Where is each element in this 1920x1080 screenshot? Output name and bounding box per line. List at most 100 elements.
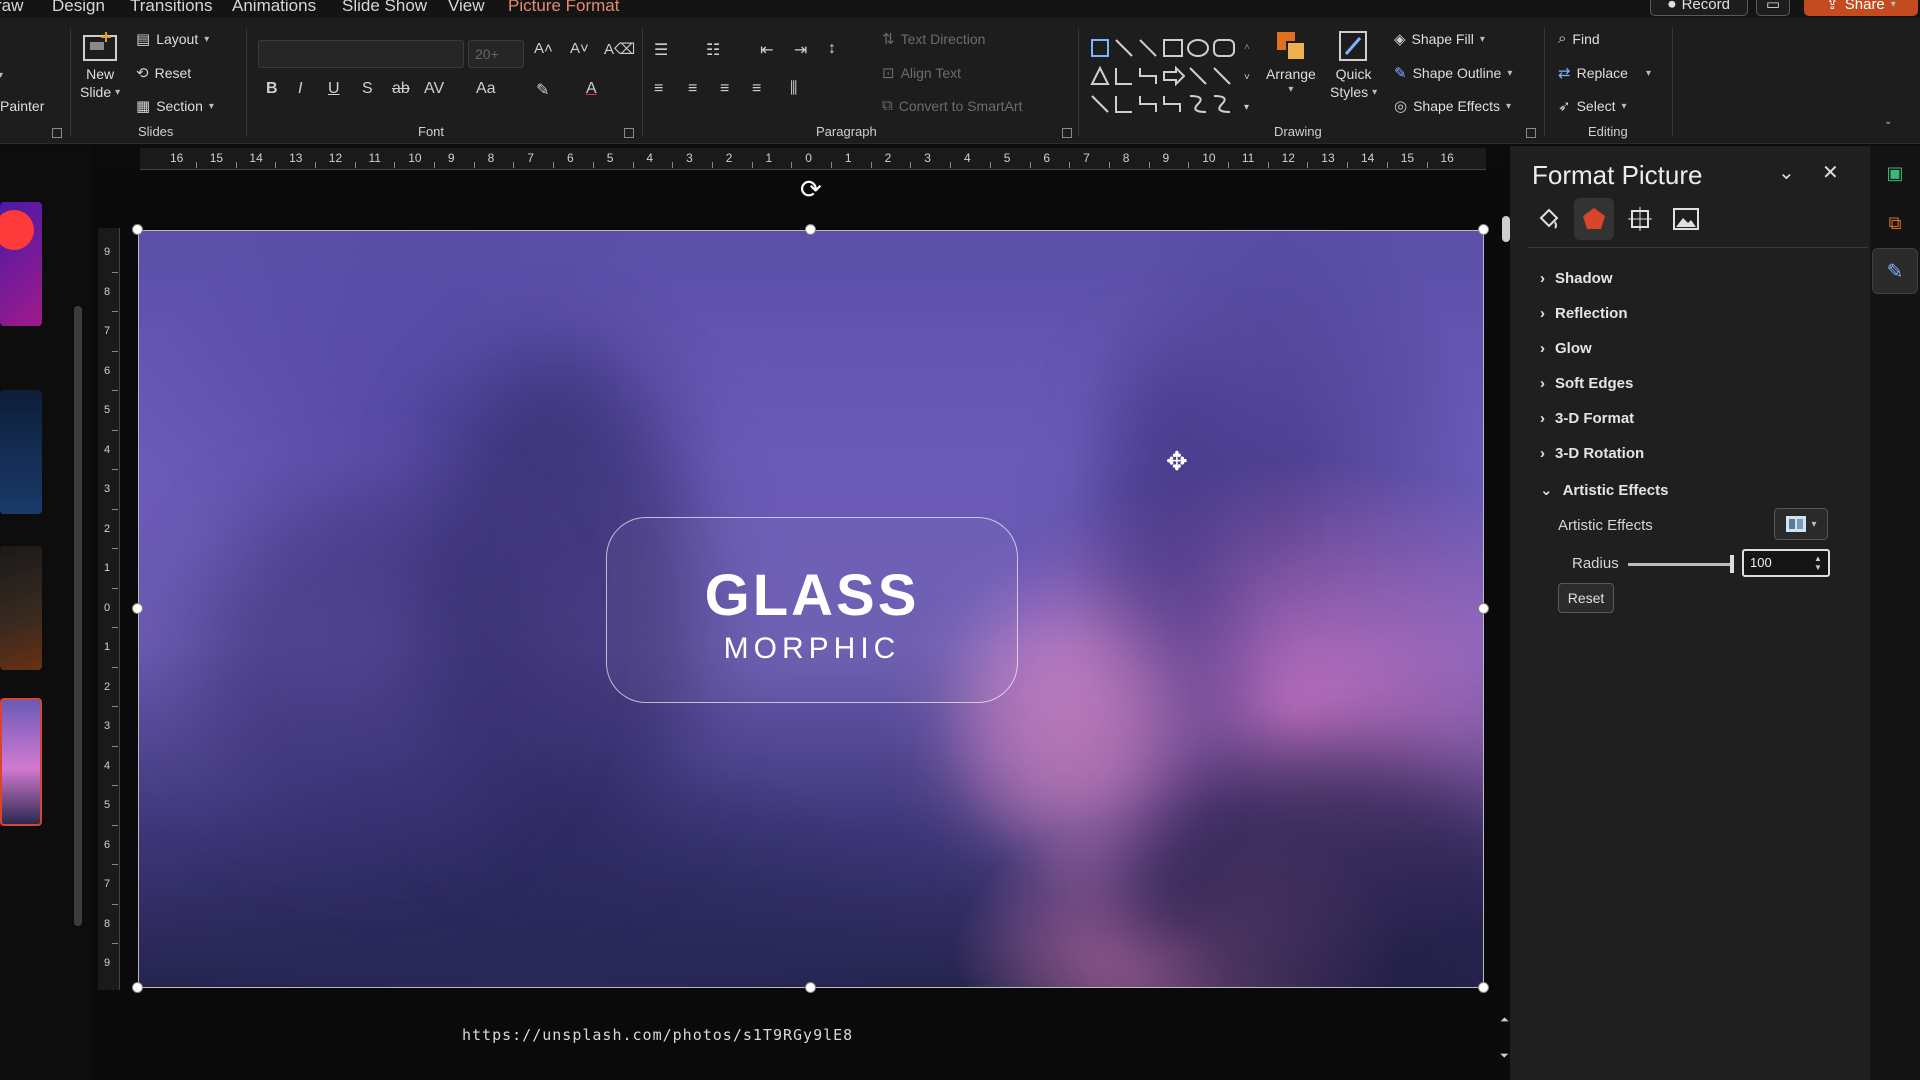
section-artistic-effects[interactable]: ⌄ Artistic Effects	[1540, 481, 1668, 500]
radius-spinner[interactable]: ▲ ▼	[1808, 551, 1828, 575]
thumbnail-scrollbar[interactable]	[74, 306, 82, 926]
section-glow[interactable]: › Glow	[1540, 340, 1592, 357]
character-spacing-icon[interactable]: AV	[424, 80, 444, 98]
shape-outline-button[interactable]: ✎ Shape Outline ▾	[1394, 64, 1512, 82]
designer-button[interactable]: ▣	[1872, 150, 1918, 196]
clear-formatting-button[interactable]: A⌫	[604, 40, 635, 58]
drawing-dialog-launcher[interactable]	[1526, 128, 1536, 138]
tab-picture-format[interactable]: Picture Format	[508, 0, 619, 16]
resize-handle[interactable]	[132, 603, 143, 614]
rotate-handle-icon[interactable]: ⟳	[800, 174, 822, 205]
select-button[interactable]: ➶ Select ▾	[1558, 97, 1627, 115]
new-slide-button[interactable]: New Slide ▾	[80, 30, 120, 100]
tab-transitions[interactable]: Transitions	[130, 0, 213, 16]
numbering-icon[interactable]: ☷	[706, 40, 720, 60]
shape-fill-button[interactable]: ◈ Shape Fill ▾	[1394, 30, 1485, 48]
record-button[interactable]: ⏺ Record	[1650, 0, 1748, 16]
format-picture-button[interactable]: ✎	[1872, 248, 1918, 294]
convert-smartart-button[interactable]: ⧉ Convert to SmartArt	[882, 97, 1022, 114]
canvas-scrollbar[interactable]	[1502, 216, 1510, 242]
fill-line-tab[interactable]	[1528, 198, 1568, 240]
section-shadow[interactable]: › Shadow	[1540, 270, 1613, 287]
format-painter-button[interactable]: Painter	[0, 98, 44, 114]
pane-options-chevron-icon[interactable]: ⌄	[1778, 160, 1795, 185]
section-button[interactable]: ▦ Section ▾	[136, 97, 214, 115]
tab-view[interactable]: View	[448, 0, 485, 16]
next-slide-icon[interactable]: ⏷	[1500, 1050, 1509, 1063]
find-button[interactable]: ⌕ Find	[1558, 30, 1600, 47]
glass-card[interactable]: GLASS MORPHIC	[606, 517, 1018, 703]
paragraph-dialog-launcher[interactable]	[1062, 128, 1072, 138]
line-spacing-icon[interactable]: ↕	[828, 40, 836, 58]
reset-slide-button[interactable]: ⟲ Reset	[136, 64, 191, 82]
bold-icon[interactable]: B	[266, 80, 278, 98]
quick-styles-button[interactable]: Quick Styles ▾	[1330, 30, 1377, 100]
resize-handle[interactable]	[1478, 982, 1489, 993]
decrease-indent-icon[interactable]: ⇤	[760, 40, 773, 60]
slide-thumbnail[interactable]	[0, 546, 42, 670]
clipboard-dialog-launcher[interactable]	[52, 128, 62, 138]
font-dialog-launcher[interactable]	[624, 128, 634, 138]
spin-down-icon[interactable]: ▼	[1814, 563, 1822, 572]
resize-handle[interactable]	[805, 224, 816, 235]
tab-animations[interactable]: Animations	[232, 0, 316, 16]
close-icon[interactable]: ✕	[1822, 160, 1839, 185]
slide-thumbnail[interactable]	[0, 202, 42, 326]
replace-button[interactable]: ⇄ Replace ▾	[1558, 64, 1651, 82]
ruler-number: 4	[964, 151, 971, 165]
arrange-button[interactable]: Arrange ▾	[1266, 30, 1316, 95]
slide-thumbnail[interactable]	[0, 390, 42, 514]
align-text-button[interactable]: ⊡ Align Text	[882, 64, 961, 82]
collapse-ribbon-button[interactable]: ⌄	[1884, 116, 1892, 127]
bullets-icon[interactable]: ☰	[654, 40, 668, 60]
tab-slide-show[interactable]: Slide Show	[342, 0, 427, 16]
font-size-input[interactable]: 20+	[468, 40, 524, 68]
align-right-icon[interactable]: ≡	[720, 80, 729, 98]
reset-button[interactable]: Reset	[1558, 583, 1614, 613]
font-color-icon[interactable]: A	[586, 80, 597, 98]
text-shadow-icon[interactable]: S	[362, 80, 373, 98]
text-direction-button[interactable]: ⇅ Text Direction	[882, 30, 985, 48]
section-reflection[interactable]: › Reflection	[1540, 305, 1628, 322]
artistic-effects-dropdown[interactable]: ▾	[1774, 508, 1828, 540]
section-3d-format[interactable]: › 3-D Format	[1540, 410, 1634, 427]
increase-font-size-button[interactable]: A˄	[534, 40, 553, 57]
justify-icon[interactable]: ≡	[752, 80, 761, 98]
shape-effects-button[interactable]: ◎ Shape Effects ▾	[1394, 97, 1511, 115]
font-name-input[interactable]	[258, 40, 464, 68]
spin-up-icon[interactable]: ▲	[1814, 554, 1822, 563]
resize-handle[interactable]	[1478, 603, 1489, 614]
comments-button[interactable]: ▭	[1756, 0, 1790, 16]
radius-slider-thumb[interactable]	[1730, 555, 1734, 573]
highlight-icon[interactable]: ✎	[536, 80, 549, 100]
resize-handle[interactable]	[805, 982, 816, 993]
share-button[interactable]: ⇪ Share ▾	[1804, 0, 1918, 16]
resize-handle[interactable]	[132, 224, 143, 235]
layout-button[interactable]: ▤ Layout ▾	[136, 30, 209, 48]
resize-handle[interactable]	[132, 982, 143, 993]
increase-indent-icon[interactable]: ⇥	[794, 40, 807, 60]
size-properties-tab[interactable]	[1620, 198, 1660, 240]
align-center-icon[interactable]: ≡	[688, 80, 697, 98]
picture-tab[interactable]	[1666, 198, 1706, 240]
italic-icon[interactable]: I	[298, 80, 302, 98]
change-case-icon[interactable]: Aa	[476, 80, 496, 98]
effects-tab[interactable]	[1574, 198, 1614, 240]
ruler-number: 16	[1440, 151, 1454, 165]
align-left-icon[interactable]: ≡	[654, 80, 663, 98]
ruler-tick	[354, 162, 356, 168]
section-3d-rotation[interactable]: › 3-D Rotation	[1540, 445, 1644, 462]
section-soft-edges[interactable]: › Soft Edges	[1540, 375, 1633, 392]
previous-slide-icon[interactable]: ⏶	[1500, 1014, 1509, 1027]
tab-draw[interactable]: raw	[0, 0, 23, 16]
decrease-font-size-button[interactable]: A˅	[570, 40, 589, 57]
resize-handle[interactable]	[1478, 224, 1489, 235]
radius-slider-track[interactable]	[1628, 563, 1732, 566]
tab-design[interactable]: Design	[52, 0, 105, 16]
format-shape-button[interactable]: ⧉	[1872, 200, 1918, 246]
underline-icon[interactable]: U	[328, 80, 340, 98]
strikethrough-icon[interactable]: ab	[392, 80, 410, 98]
shapes-gallery[interactable]: ˄ ˅ ▾	[1088, 34, 1260, 130]
slide-thumbnail-selected[interactable]	[0, 698, 42, 826]
columns-icon[interactable]: ⫼	[790, 80, 797, 98]
